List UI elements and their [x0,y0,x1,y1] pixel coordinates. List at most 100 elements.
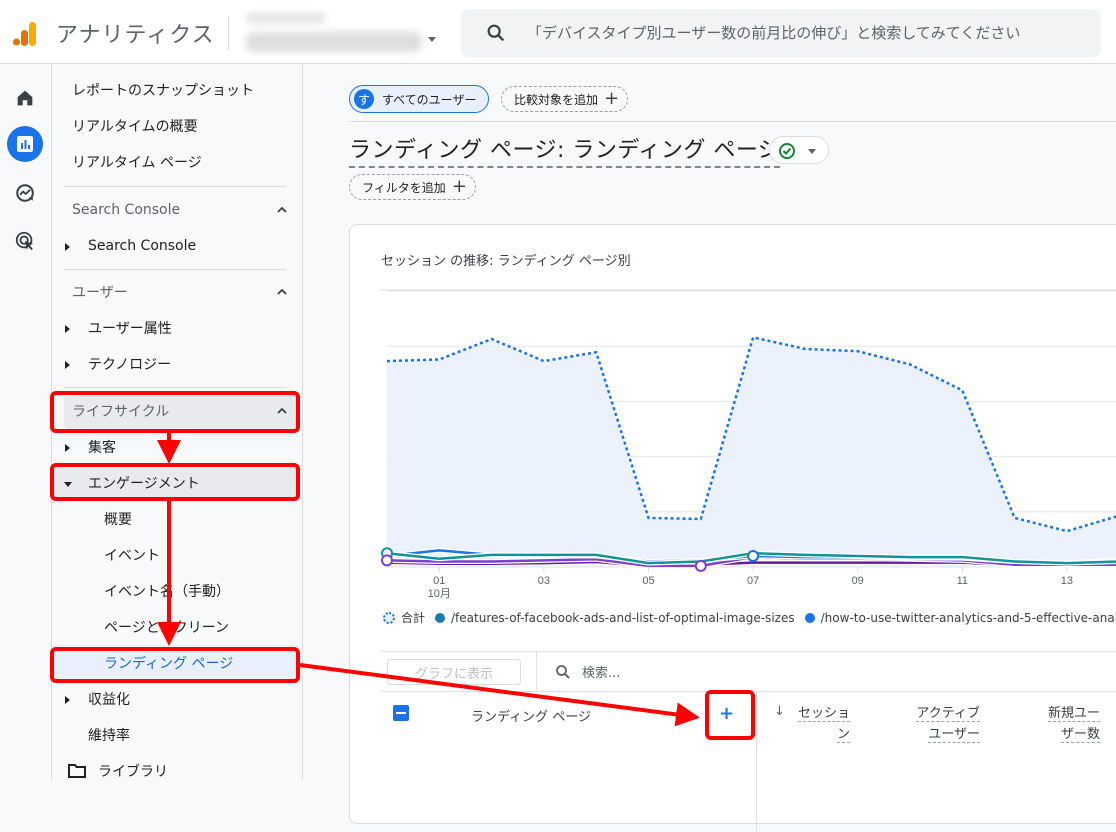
search-icon [556,664,570,679]
report-card: セッション の推移: ランディング ページ別 01 03 05 07 09 11 13 10月… [349,224,1116,832]
x-tick-sublabel: 10月 [428,588,451,600]
nav-item-report-snapshot[interactable]: レポートのスナップショット [52,72,302,108]
nav-divider [64,269,286,270]
header-line: ザー数 [1060,727,1100,743]
nav-divider [64,387,286,388]
nav-section-search-console[interactable]: Search Console [64,192,298,228]
account-selector[interactable] [244,8,428,58]
nav-item-library[interactable]: ライブラリ [52,753,302,789]
page-title[interactable]: ランディング ページ: ランディング ページ [349,132,781,168]
advertising-icon [15,231,34,251]
search-input[interactable]: 「デバイスタイプ別ユーザー数の前月比の伸び」と検索してみてください [461,9,1101,57]
app-title: アナリティクス [56,23,215,48]
plot-rows-button[interactable]: グラフに表示 [387,659,521,685]
rail-advertising[interactable] [7,223,43,259]
nav-section-lifecycle[interactable]: ライフサイクル [64,393,298,429]
nav-divider [64,186,286,187]
x-tick-label: 03 [538,575,550,587]
nav-item-landing-page[interactable]: ランディング ページ [52,645,298,681]
folder-icon [68,764,86,778]
segment-label: すべてのユーザー [382,92,477,107]
nav-item-events[interactable]: イベント [52,537,302,573]
expand-arrow-icon [65,325,70,333]
nav-item-label: 収益化 [88,692,130,708]
legend-item-twitter-analytics[interactable]: /how-to-use-twitter-analytics-and-5-effe… [804,611,1116,625]
x-tick-label: 07 [747,575,759,587]
expand-arrow-icon [65,444,70,452]
nav-item-label: Search Console [88,238,197,254]
section-title: ユーザー [72,285,128,301]
search-icon [487,24,505,42]
nav-item-label: ライブラリ [98,764,168,780]
legend-item-total[interactable]: 合計 [383,609,425,626]
nav-item-retention[interactable]: 維持率 [52,717,302,753]
chevron-up-icon [277,288,287,295]
nav-item-search-console[interactable]: Search Console [52,228,302,264]
check-circle-icon [779,143,795,159]
divider [536,652,537,692]
legend-item-facebook-ads[interactable]: /features-of-facebook-ads-and-list-of-op… [435,611,795,625]
divider [349,121,1116,122]
legend-swatch [383,611,395,624]
nav-rail [0,64,52,781]
main-content: す すべてのユーザー 比較対象を追加 + ランディング ページ: ランディング … [302,64,1116,832]
legend-label: 合計 [401,611,426,625]
nav-item-label: テクノロジー [88,357,172,373]
column-header-sessions[interactable]: セッショ ン [790,703,850,745]
top-bar: アナリティクス 「デバイスタイプ別ユーザー数の前月比の伸び」と検索してみてくださ… [0,0,1116,64]
nav-section-user[interactable]: ユーザー [64,274,298,310]
add-filter-button[interactable]: フィルタを追加 + [349,174,476,200]
reports-icon [17,136,33,152]
x-tick-label: 09 [852,575,864,587]
collapse-arrow-icon [64,482,72,487]
expand-arrow-icon [65,243,70,251]
data-point-marker [747,549,760,562]
add-comparison-label: 比較対象を追加 [514,92,599,107]
nav-item-technology[interactable]: テクノロジー [52,346,302,382]
expand-arrow-icon [65,361,70,369]
plus-icon: + [604,88,620,109]
rail-reports[interactable] [7,126,43,162]
chevron-down-icon[interactable] [428,37,436,42]
divider [381,651,1116,652]
section-title: ライフサイクル [72,404,170,420]
column-header-new-users[interactable]: 新規ユー ザー数 [1030,703,1100,745]
nav-item-label: エンゲージメント [88,476,200,492]
line-chart: 01 03 05 07 09 11 13 10月 [380,289,1116,600]
column-header-active-users[interactable]: アクティブ ユーザー [900,703,980,745]
report-status-button[interactable] [769,136,829,164]
nav-item-demographics[interactable]: ユーザー属性 [52,310,302,346]
nav-item-realtime-pages[interactable]: リアルタイム ページ [52,144,302,180]
add-comparison-button[interactable]: 比較対象を追加 + [501,86,629,112]
home-icon [17,90,33,106]
divider [381,691,1116,692]
legend-swatch [435,612,446,623]
nav-item-event-names-manual[interactable]: イベント名（手動） [52,573,302,609]
nav-item-engagement-overview[interactable]: 概要 [52,501,302,537]
chart-legend: 合計 /features-of-facebook-ads-and-list-of… [383,609,1116,626]
chevron-down-icon [808,149,816,154]
report-navigation: レポートのスナップショット リアルタイムの概要 リアルタイム ページ Searc… [52,64,302,781]
nav-item-engagement[interactable]: エンゲージメント [52,465,298,501]
rail-home[interactable] [7,80,43,116]
select-all-checkbox[interactable] [393,705,409,721]
section-title: Search Console [72,202,181,218]
table-search-input[interactable]: 検索... [554,662,620,681]
nav-item-monetization[interactable]: 収益化 [52,681,302,717]
header-line: セッショ [797,706,850,722]
column-header-landing-page[interactable]: ランディング ページ [471,706,591,725]
add-dimension-button[interactable]: + [719,703,734,724]
nav-item-label: 集客 [88,440,116,456]
nav-item-pages-and-screens[interactable]: ページとスクリーン [52,609,302,645]
rail-explore[interactable] [7,175,43,211]
explore-icon [16,184,34,202]
header-line: ユーザー [928,727,980,743]
nav-item-acquisition[interactable]: 集客 [52,429,302,465]
header-line: 新規ユー [1047,706,1100,722]
analytics-logo-icon[interactable] [12,20,38,46]
x-tick-label: 05 [642,575,654,587]
sort-desc-icon: ↓ [774,704,785,719]
segment-chip-all-users[interactable]: す すべてのユーザー [349,85,490,113]
expand-arrow-icon [65,696,70,704]
nav-item-realtime-overview[interactable]: リアルタイムの概要 [52,108,302,144]
